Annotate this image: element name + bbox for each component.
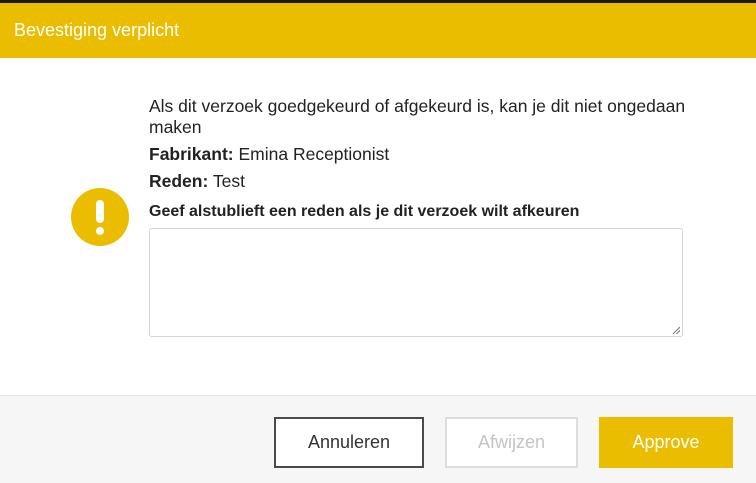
reason-value: Test [212,171,245,191]
cancel-button[interactable]: Annuleren [274,417,424,468]
reason-label: Reden: [149,171,209,191]
warning-icon [71,188,129,246]
manufacturer-row: Fabrikant: Emina Receptionist [149,144,689,165]
approve-button[interactable]: Approve [599,417,733,468]
dialog-footer: Annuleren Afwijzen Approve [0,395,756,483]
textarea-resize-wrapper [149,228,683,337]
reason-row: Reden: Test [149,171,689,192]
confirmation-dialog: Bevestiging verplicht Als dit verzoek go… [0,0,756,483]
reject-button[interactable]: Afwijzen [445,417,578,468]
dialog-header: Bevestiging verplicht [0,3,756,58]
dialog-content: Als dit verzoek goedgekeurd of afgekeurd… [149,96,689,222]
exclamation-dot [96,227,104,235]
reject-reason-prompt: Geef alstublieft een reden als je dit ve… [149,203,580,220]
exclamation-bar [96,200,104,223]
manufacturer-label: Fabrikant: [149,144,234,164]
dialog-title: Bevestiging verplicht [14,20,180,40]
manufacturer-value: Emina Receptionist [238,144,390,164]
dialog-message: Als dit verzoek goedgekeurd of afgekeurd… [149,96,686,137]
resize-handle-icon[interactable] [673,327,680,334]
